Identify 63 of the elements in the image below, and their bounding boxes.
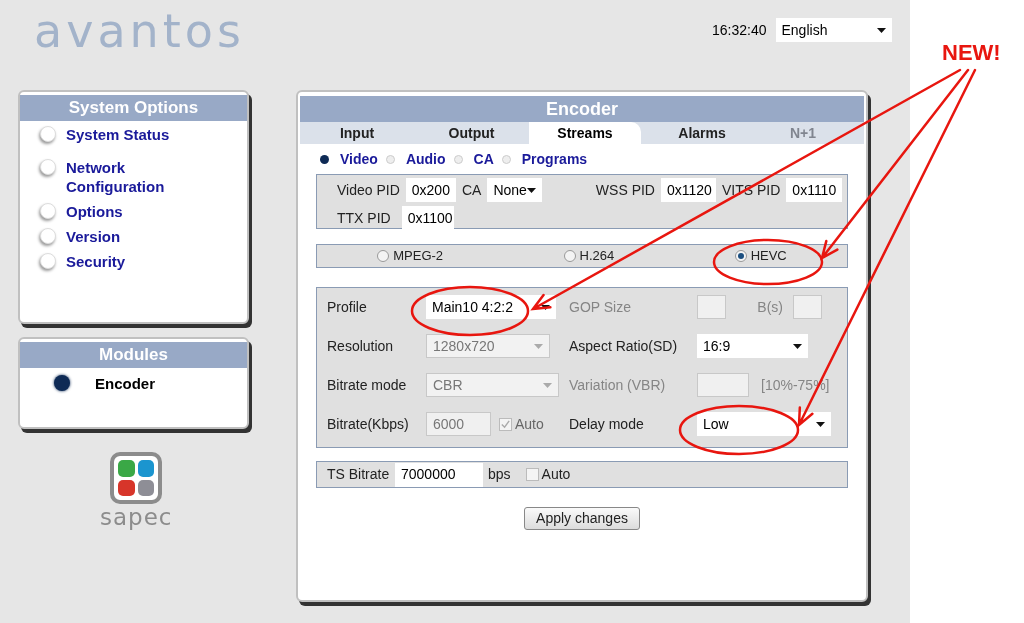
caret-icon: [534, 343, 543, 349]
clock-time: 16:32:40: [712, 20, 767, 40]
field-label: Video PID: [337, 180, 400, 200]
field-label: WSS PID: [595, 180, 655, 200]
panel-title: Encoder: [300, 96, 864, 122]
radio-option[interactable]: CA: [453, 148, 494, 170]
radio-option[interactable]: Programs: [501, 148, 588, 170]
field-label: Profile: [327, 297, 368, 317]
caret-icon: [543, 382, 552, 388]
radio-option[interactable]: Audio: [385, 148, 446, 170]
field-label: Bitrate(Kbps): [327, 414, 410, 434]
dropdown[interactable]: 16:9: [697, 334, 808, 358]
dropdown[interactable]: Main10 4:2:2: [426, 295, 556, 319]
input-field[interactable]: 0x1100: [401, 206, 454, 230]
brand-logo-icon: [110, 452, 163, 504]
menu-item[interactable]: Options: [40, 202, 247, 221]
menu-item[interactable]: Network Configuration: [40, 158, 247, 196]
logo-text: avantos: [34, 8, 245, 54]
field-label: TTX PID: [337, 208, 391, 228]
tab[interactable]: Input: [300, 122, 414, 144]
panel-title: Modules: [20, 342, 247, 368]
field-label: Delay mode: [569, 414, 645, 434]
tab[interactable]: Alarms: [641, 122, 763, 144]
radio-button: [563, 250, 576, 262]
radio-option[interactable]: HEVC: [734, 246, 787, 266]
field-label: Variation (VBR): [569, 375, 667, 395]
radio-option[interactable]: MPEG-2: [377, 246, 444, 266]
apply-button[interactable]: Apply changes: [524, 507, 640, 530]
input-field[interactable]: 0x200: [405, 178, 456, 202]
field-label: Aspect Ratio(SD): [569, 336, 679, 356]
checkbox[interactable]: Auto: [525, 464, 571, 485]
menu-item[interactable]: Version: [40, 227, 247, 246]
caret-icon: [876, 27, 886, 33]
caret-icon: [816, 421, 825, 427]
dropdown[interactable]: Low: [697, 412, 831, 436]
field-label: Bitrate mode: [327, 375, 408, 395]
tab[interactable]: Output: [414, 122, 529, 144]
field-label: GOP Size: [569, 297, 632, 317]
radio-button: [734, 250, 747, 262]
field-label: CA: [461, 180, 482, 200]
panel-title: System Options: [20, 95, 247, 121]
input-field[interactable]: 0x1120: [661, 178, 716, 202]
field-label: Resolution: [327, 336, 395, 356]
caret-icon: [793, 343, 802, 349]
field-label: TS Bitrate: [327, 465, 391, 484]
menu-item[interactable]: Encoder: [54, 374, 247, 393]
unit-label: bps: [488, 465, 511, 484]
brand-name: sapec: [100, 504, 173, 530]
menu-item[interactable]: System Status: [40, 125, 247, 144]
radio-option[interactable]: H.264: [563, 246, 615, 266]
input-field[interactable]: 7000000: [395, 462, 483, 487]
radio-option[interactable]: Video: [320, 148, 378, 170]
dropdown[interactable]: None: [487, 178, 542, 202]
dropdown[interactable]: English: [775, 18, 892, 42]
input-field[interactable]: 0x1110: [786, 178, 843, 202]
caret-icon: [541, 304, 550, 310]
field-label: B(s): [756, 297, 784, 317]
radio-button: [377, 250, 390, 262]
caret-icon: [526, 187, 536, 193]
menu-item[interactable]: Security: [40, 252, 247, 271]
annotation-text: NEW!: [942, 42, 1001, 64]
checkmark-icon: [500, 418, 511, 430]
tab[interactable]: Streams: [529, 122, 641, 144]
